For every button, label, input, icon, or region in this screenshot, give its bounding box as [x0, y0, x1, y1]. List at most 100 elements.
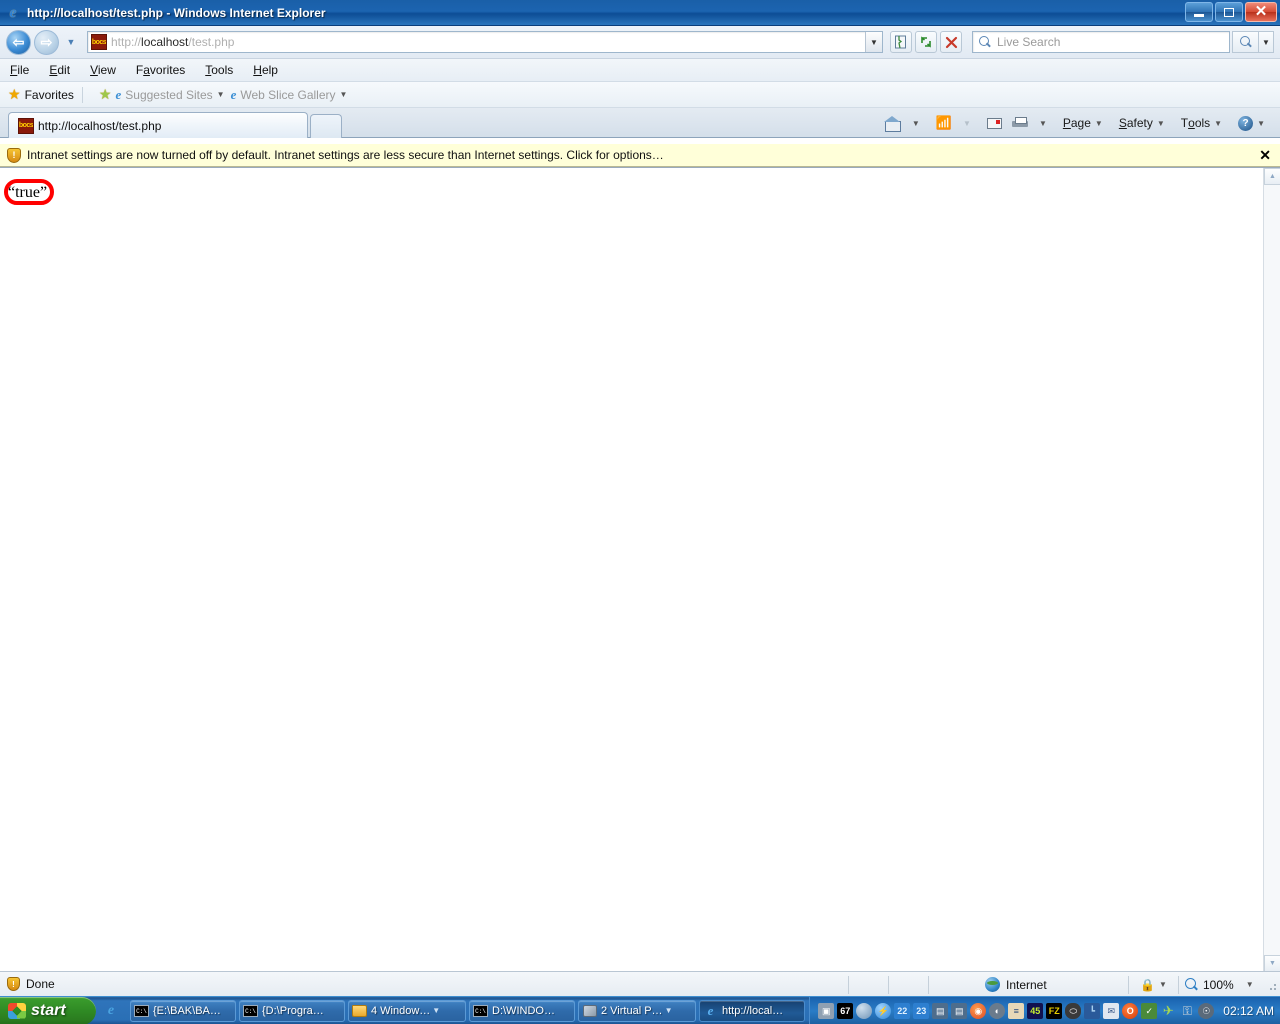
- web-slice-gallery-label[interactable]: Web Slice Gallery: [240, 88, 335, 102]
- title-bar: e http://localhost/test.php - Windows In…: [0, 0, 1280, 26]
- search-options-dropdown[interactable]: ▼: [1258, 31, 1274, 53]
- network-globe-icon[interactable]: [856, 1003, 873, 1019]
- chevron-down-icon[interactable]: ▼: [1159, 980, 1167, 989]
- grid-app-icon[interactable]: ┗: [1084, 1003, 1101, 1019]
- task-button-cmd-d-windows[interactable]: C:\ D:\WINDO…: [469, 999, 575, 1022]
- refresh-button[interactable]: [915, 31, 937, 53]
- status-separator-3: [928, 976, 929, 994]
- print-dropdown[interactable]: ▼: [1033, 111, 1058, 135]
- stop-x-icon: [945, 36, 957, 48]
- chevron-down-icon: ▼: [1156, 118, 1165, 128]
- network-connection-2-icon[interactable]: ▤: [951, 1003, 968, 1019]
- cpu-meter-icon[interactable]: 67: [837, 1003, 854, 1019]
- opera-icon[interactable]: O: [1122, 1003, 1139, 1019]
- power-icon[interactable]: ⚡: [875, 1003, 892, 1019]
- back-button[interactable]: ⇦: [6, 29, 31, 55]
- safeguard-icon[interactable]: ☉: [1198, 1003, 1215, 1019]
- home-icon: [883, 115, 901, 132]
- home-button[interactable]: [879, 111, 906, 135]
- task-group-chevron-down-icon[interactable]: ▼: [432, 1006, 440, 1015]
- address-path: /test.php: [188, 35, 235, 49]
- task-group-chevron-down-icon[interactable]: ▼: [665, 1006, 673, 1015]
- suggested-sites-chevron-down-icon[interactable]: ▼: [217, 90, 225, 99]
- vertical-scrollbar[interactable]: ▲ ▼: [1263, 168, 1280, 972]
- home-dropdown[interactable]: ▼: [906, 111, 931, 135]
- protected-mode-indicator[interactable]: 🔒 ▼: [1140, 972, 1167, 997]
- virtual-machine-icon[interactable]: ▣: [818, 1003, 835, 1019]
- safety-menu[interactable]: Safety ▼: [1114, 111, 1176, 135]
- stop-button[interactable]: [940, 31, 962, 53]
- suggested-sites-label[interactable]: Suggested Sites: [125, 88, 212, 102]
- menu-favorites[interactable]: Favorites: [126, 63, 195, 77]
- zoom-control[interactable]: 100% ▼: [1185, 972, 1260, 997]
- task-button-cmd-e-bak[interactable]: C:\ {E:\BAK\BA…: [130, 999, 236, 1022]
- menu-help[interactable]: Help: [243, 63, 288, 77]
- read-mail-button[interactable]: [982, 111, 1007, 135]
- web-slice-gallery-chevron-down-icon[interactable]: ▼: [340, 90, 348, 99]
- minimize-button[interactable]: [1185, 2, 1213, 22]
- recent-pages-dropdown-icon[interactable]: ▼: [63, 37, 79, 47]
- tools-menu[interactable]: To ols ▼: [1176, 111, 1233, 135]
- task-button-cmd-d-progra[interactable]: C:\ {D:\Progra…: [239, 999, 345, 1022]
- menu-file[interactable]: File: [0, 63, 39, 77]
- start-button[interactable]: start: [0, 996, 96, 1024]
- counter-45-icon[interactable]: 45: [1027, 1003, 1044, 1019]
- key-icon[interactable]: ⚿: [1179, 1003, 1195, 1019]
- menu-view[interactable]: View: [80, 63, 126, 77]
- add-to-favorites-bar-icon[interactable]: ★: [99, 86, 112, 103]
- information-bar[interactable]: ! Intranet settings are now turned off b…: [0, 144, 1280, 167]
- network-connection-icon[interactable]: ▤: [932, 1003, 949, 1019]
- taskbar: start e C:\ {E:\BAK\BA… C:\ {D:\Progra… …: [0, 996, 1280, 1024]
- scroll-up-button[interactable]: ▲: [1264, 168, 1280, 185]
- compatibility-view-icon[interactable]: [890, 31, 912, 53]
- resize-grip[interactable]: [1266, 982, 1278, 994]
- menu-tools[interactable]: Tools: [195, 63, 243, 77]
- lock-icon: 🔒: [1140, 977, 1155, 992]
- page-menu[interactable]: Page ▼: [1058, 111, 1114, 135]
- airplane-icon[interactable]: ✈: [1160, 1003, 1176, 1019]
- ie-quicklaunch-icon[interactable]: e: [103, 1003, 119, 1019]
- rss-feed-icon: 📶: [935, 115, 953, 130]
- address-text: http://localhost/test.php: [111, 35, 234, 49]
- maximize-restore-button[interactable]: [1215, 2, 1243, 22]
- window-controls: ✕: [1185, 2, 1277, 22]
- information-bar-close-icon[interactable]: ✕: [1259, 148, 1271, 162]
- status-separator-4: [1128, 976, 1129, 994]
- scroll-down-button[interactable]: ▼: [1264, 955, 1280, 972]
- firefox-icon[interactable]: ◉: [970, 1003, 987, 1019]
- monitor-23-icon[interactable]: 23: [913, 1003, 930, 1019]
- favorites-button-label[interactable]: Favorites: [25, 88, 74, 102]
- system-clock[interactable]: 02:12 AM: [1223, 1004, 1274, 1018]
- feeds-button[interactable]: 📶: [931, 111, 957, 135]
- filezilla-icon[interactable]: FZ: [1046, 1003, 1063, 1019]
- task-label: {E:\BAK\BA…: [153, 1004, 221, 1017]
- status-separator-1: [848, 976, 849, 994]
- plug-icon[interactable]: ✓: [1141, 1003, 1158, 1019]
- virtual-pc-icon: [582, 1003, 597, 1018]
- zoom-chevron-down-icon[interactable]: ▼: [1246, 980, 1254, 989]
- tab-favicon-icon: bocs: [18, 117, 34, 134]
- help-menu[interactable]: ? ▼: [1233, 111, 1276, 135]
- task-button-explorer-group[interactable]: 4 Window… ▼: [348, 999, 466, 1022]
- print-button[interactable]: [1007, 111, 1033, 135]
- new-tab-button[interactable]: [310, 114, 342, 138]
- address-bar[interactable]: bocs http://localhost/test.php ▼: [87, 31, 883, 53]
- messenger-icon[interactable]: ≡: [1008, 1003, 1025, 1019]
- menu-edit[interactable]: Edit: [39, 63, 80, 77]
- search-input[interactable]: Live Search: [997, 35, 1060, 49]
- search-box[interactable]: Live Search: [972, 31, 1230, 53]
- mouse-device-icon[interactable]: ⬭: [1065, 1003, 1082, 1019]
- page-output-text: “true”: [8, 184, 48, 201]
- task-button-virtual-pc-group[interactable]: 2 Virtual P… ▼: [578, 999, 696, 1022]
- task-button-internet-explorer[interactable]: e http://local…: [699, 999, 805, 1022]
- security-zone[interactable]: Internet: [985, 972, 1047, 997]
- forward-button[interactable]: ⇨: [34, 29, 59, 55]
- close-button[interactable]: ✕: [1245, 2, 1277, 22]
- volume-icon[interactable]: ◐: [989, 1003, 1006, 1019]
- search-go-button[interactable]: [1232, 31, 1258, 53]
- monitor-22-icon[interactable]: 22: [894, 1003, 911, 1019]
- mail-icon: [986, 117, 1002, 129]
- address-dropdown-icon[interactable]: ▼: [865, 32, 882, 52]
- tab-active[interactable]: bocs http://localhost/test.php: [8, 112, 308, 138]
- mail-icon[interactable]: ✉: [1103, 1003, 1120, 1019]
